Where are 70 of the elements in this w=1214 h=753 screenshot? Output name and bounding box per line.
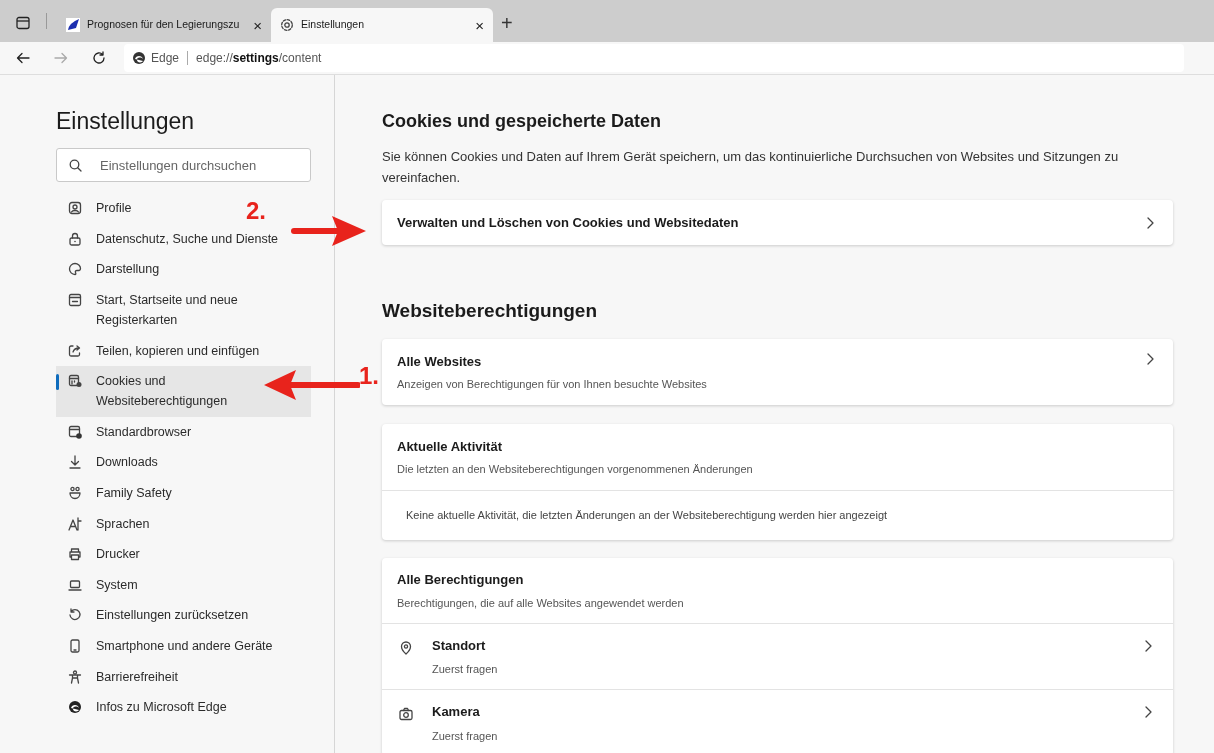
row-subtitle: Zuerst fragen (432, 728, 499, 744)
sidebar-title: Einstellungen (56, 107, 196, 135)
section-title: Websiteberechtigungen (382, 299, 598, 323)
card-title: Aktuelle Aktivität (397, 437, 503, 456)
selection-indicator (56, 373, 59, 390)
close-button[interactable]: × (253, 17, 262, 33)
row-title: Standort (432, 636, 487, 655)
sidebar-item[interactable]: Teilen, kopieren und einfügen (56, 335, 264, 366)
section-title: Cookies und gespeicherte Daten (382, 110, 663, 133)
location-pin-icon (399, 641, 413, 655)
row-title: Kamera (432, 703, 481, 721)
sidebar-item[interactable]: Start, Startseite und neue Registerkarten (56, 284, 296, 336)
all-websites-button[interactable]: Alle Websites Anzeigen von Berechtigungen für von Ihnen besuchte Websites (382, 339, 1173, 405)
row-subtitle: Zuerst fragen (432, 662, 499, 677)
tab-title: Einstellungen (301, 17, 366, 33)
phone-icon (68, 639, 82, 653)
manage-cookies-button[interactable]: Verwalten und Löschen von Cookies und Websitedaten (382, 200, 1173, 245)
browser-tab[interactable]: Prognosen für den Legierungszu × (57, 8, 271, 42)
window-icon (16, 16, 30, 30)
download-icon (68, 455, 82, 470)
annotation-label: 1. (359, 364, 379, 388)
reset-icon (68, 608, 82, 623)
browser-check-icon (68, 424, 82, 439)
sidebar-item[interactable]: Smartphone und andere Geräte (56, 630, 277, 662)
section-description: Sie können Cookies und Daten auf Ihrem Gerät speichern, um das kontinuierliche Durchsuchen von Websites und Sitzungen zu vereinfachen. (382, 148, 1120, 187)
tab-title: Prognosen für den Legierungszu (87, 17, 241, 33)
card-title: Alle Berechtigungen (397, 571, 525, 589)
window-icon (68, 293, 82, 308)
share-icon (68, 343, 82, 358)
person-card-icon (68, 201, 82, 216)
sidebar-item[interactable]: Standardbrowser (56, 416, 196, 448)
annotation-label: 2. (246, 199, 266, 223)
search-field[interactable]: Einstellungen durchsuchen (56, 148, 311, 182)
camera-icon (399, 707, 413, 721)
printer-icon (68, 547, 82, 562)
close-button[interactable]: × (475, 17, 484, 33)
sidebar-item[interactable]: Barrierefreiheit (56, 661, 182, 692)
sidebar-item[interactable]: Cookies und Websiteberechtigungen (56, 365, 311, 417)
sidebar-item[interactable]: System (56, 569, 142, 601)
sidebar-item[interactable]: Einstellungen zurücksetzen (56, 600, 253, 631)
row-subtitle: Anzeigen von Berechtigungen für von Ihnen besuchte Websites (397, 377, 707, 392)
back-arrow-icon (16, 51, 30, 65)
card-subtitle: Die letzten an den Websiteberechtigungen vorgenommenen Änderungen (397, 462, 754, 477)
sidebar-item[interactable]: Infos zu Microsoft Edge (56, 691, 231, 723)
permission-row[interactable]: Kamera Zuerst fragen (382, 690, 1173, 753)
lock-icon (68, 231, 82, 246)
permission-row[interactable]: Standort Zuerst fragen (382, 624, 1173, 690)
sidebar-item[interactable]: Sprachen (56, 508, 154, 539)
new-tab-button[interactable]: + (501, 13, 513, 33)
sidebar-item[interactable]: Profile (56, 193, 136, 224)
language-icon (68, 516, 82, 531)
laptop-icon (68, 577, 82, 592)
gear-icon (280, 18, 294, 32)
empty-state-text: Keine aktuelle Aktivität, die letzten Änderungen an der Websiteberechtigung werden hier angezeigt (406, 508, 888, 524)
accessibility-icon (68, 669, 82, 684)
card-subtitle: Berechtigungen, die auf alle Websites angewendet werden (397, 595, 685, 611)
url-text: edge://settings/content (196, 50, 322, 67)
browser-tab[interactable]: Einstellungen × (271, 8, 493, 42)
sidebar-item[interactable]: Darstellung (56, 254, 164, 285)
refresh-icon (92, 51, 106, 65)
sidebar-item[interactable]: Datenschutz, Suche und Dienste (56, 223, 283, 255)
palette-icon (68, 262, 82, 277)
sidebar-item[interactable]: Drucker (56, 538, 144, 570)
site-label: Edge (151, 50, 180, 67)
row-title: Alle Websites (397, 352, 483, 371)
sidebar-item[interactable]: Downloads (56, 447, 162, 478)
address-field[interactable]: Edge edge://settings/content (124, 44, 1184, 72)
forward-arrow-icon (54, 51, 68, 65)
sidebar-item[interactable]: Family Safety (56, 477, 176, 509)
cookie-window-icon (68, 374, 82, 389)
